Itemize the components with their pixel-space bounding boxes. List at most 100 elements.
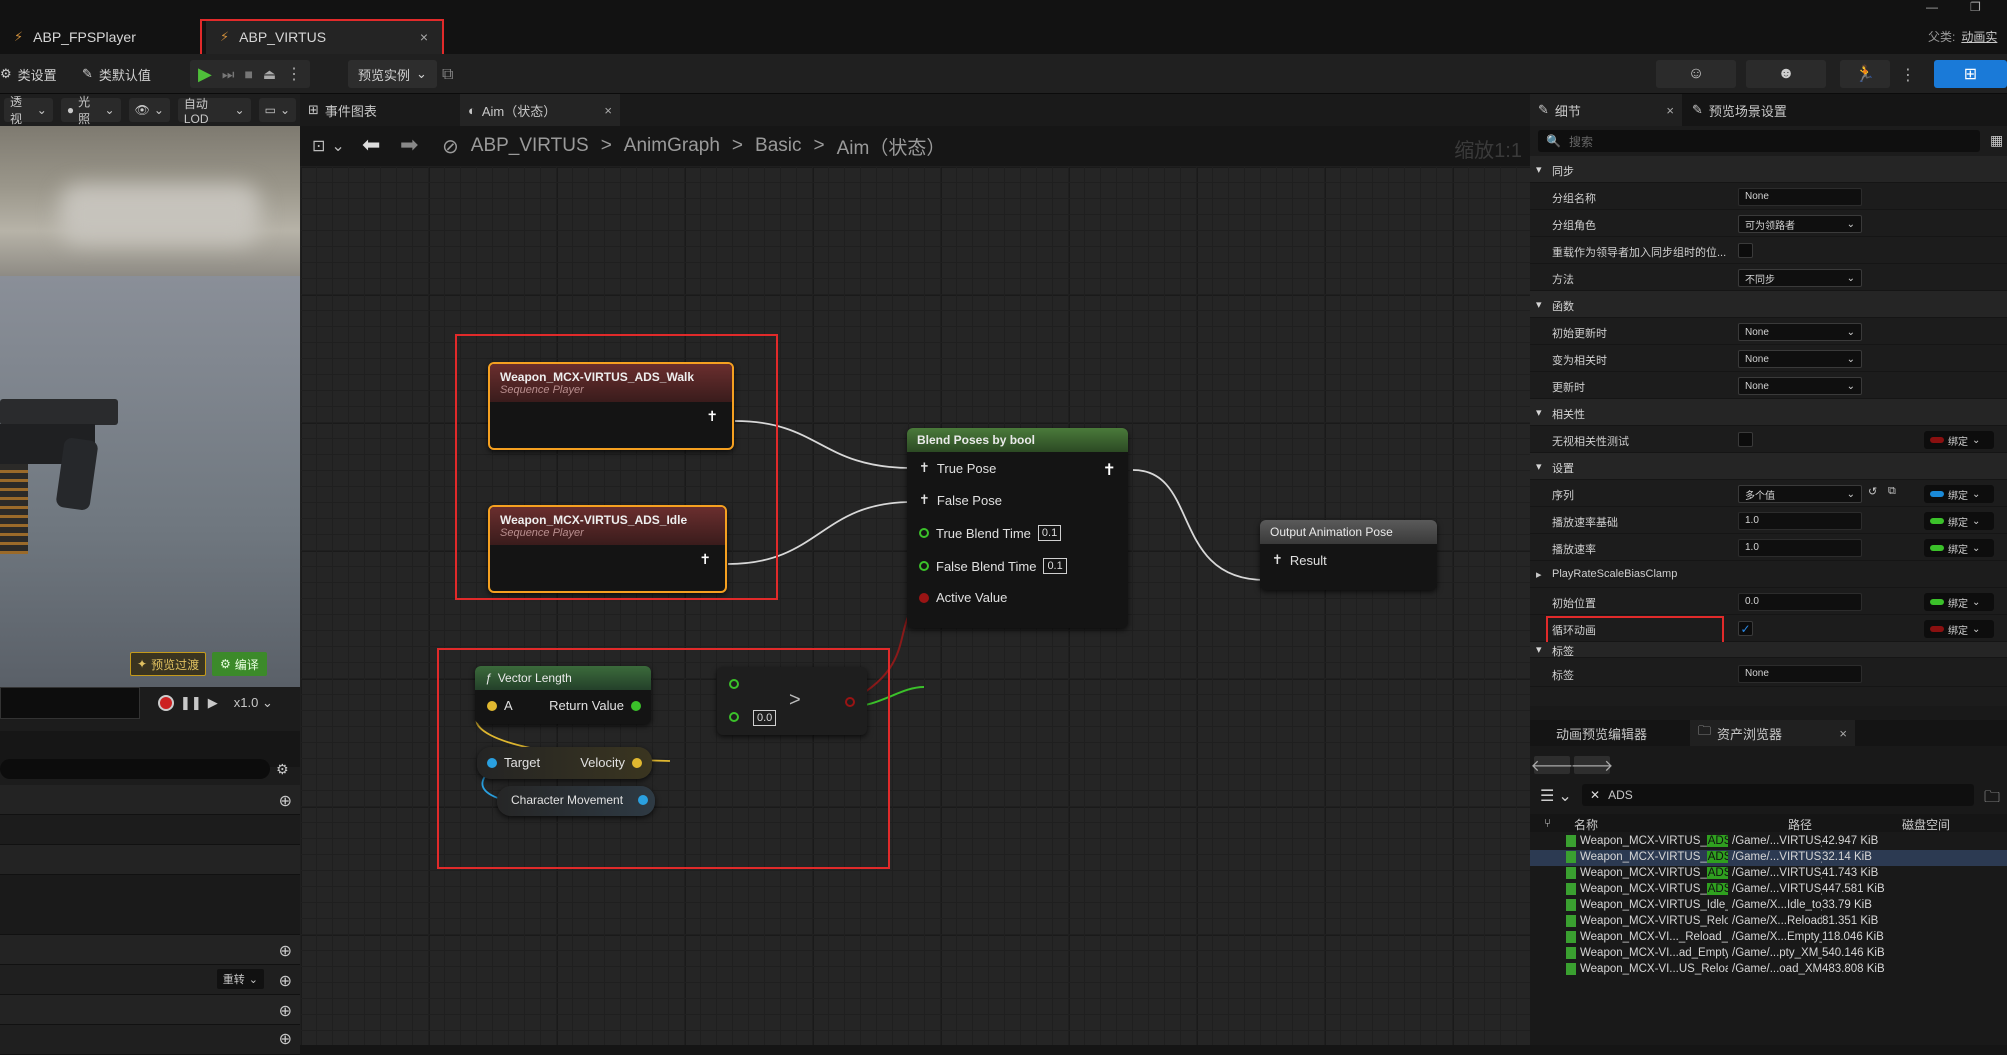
- debug-icon[interactable]: ⧉: [442, 66, 453, 84]
- preview-viewport[interactable]: ✦ 预览过渡 ⚙ 编译: [0, 94, 300, 687]
- tab-anim-preview-editor[interactable]: 动画预览编辑器: [1556, 720, 1647, 746]
- close-icon[interactable]: ×: [1839, 726, 1847, 741]
- tab-abp-fpsplayer[interactable]: ⚡ ABP_FPSPlayer: [0, 20, 150, 54]
- float-pin-icon[interactable]: [729, 679, 739, 689]
- start-position-input[interactable]: 0.0: [1738, 593, 1862, 611]
- preview-transition-button[interactable]: ✦ 预览过渡: [130, 652, 207, 676]
- float-pin-icon[interactable]: [729, 712, 739, 722]
- asset-row[interactable]: Weapon_MCX-VIRTUS_ADS_Fire/Game/...VIRTU…: [1530, 834, 2007, 850]
- more-icon[interactable]: ⋮: [286, 64, 302, 84]
- details-search[interactable]: 🔍 搜索: [1538, 130, 1980, 152]
- row-play-rate-scale[interactable]: ▸ PlayRateScaleBiasClamp: [1530, 561, 2007, 588]
- play-icon[interactable]: ▶: [198, 64, 212, 85]
- preview-instance-dropdown[interactable]: 预览实例 ⌄: [348, 60, 437, 88]
- timeline-scrubber[interactable]: [0, 687, 140, 719]
- pause-icon[interactable]: ❚❚: [180, 695, 202, 711]
- asset-row[interactable]: Weapon_MCX-VIRTUS_ADS_Idle/Game/...VIRTU…: [1530, 850, 2007, 866]
- pose-pin-icon[interactable]: ✝: [699, 551, 711, 568]
- target-pin[interactable]: Target: [487, 755, 540, 770]
- asset-row[interactable]: Weapon_MCX-VIRTUS_ADS_Walk/Game/...VIRTU…: [1530, 882, 2007, 898]
- close-tab-button[interactable]: ×: [604, 103, 612, 118]
- output-animation-pose-node[interactable]: Output Animation Pose ✝ Result: [1260, 520, 1437, 590]
- play-rate-input[interactable]: 1.0: [1738, 539, 1862, 557]
- forward-arrow-icon[interactable]: ➡: [400, 132, 418, 158]
- search-bar[interactable]: [0, 759, 270, 779]
- settings-icon[interactable]: ⚙: [276, 761, 289, 778]
- list-row[interactable]: ⊕: [0, 995, 300, 1025]
- vector-length-node[interactable]: ƒ Vector Length A Return Value: [475, 666, 651, 724]
- loop-animation-checkbox[interactable]: ✓: [1738, 621, 1753, 636]
- asset-row[interactable]: Weapon_MCX-VIRTUS_Idle_to_ADS/Game/X...I…: [1530, 898, 2007, 914]
- character-movement-pin[interactable]: Character Movement: [511, 793, 649, 807]
- bind-button[interactable]: 绑定 ⌄: [1924, 593, 1994, 611]
- skeleton-mode-button[interactable]: ☺: [1656, 60, 1736, 88]
- output-pose-pin-icon[interactable]: ✝: [1103, 460, 1116, 480]
- list-row[interactable]: ⊕: [0, 1025, 300, 1055]
- true-blend-time-value[interactable]: 0.1: [1037, 525, 1062, 541]
- eject-icon[interactable]: ⏏: [263, 66, 276, 83]
- group-name-input[interactable]: None: [1738, 188, 1862, 206]
- tab-abp-virtus[interactable]: ⚡ ABP_VIRTUS ×: [206, 20, 442, 54]
- on-update-dropdown[interactable]: None ⌄: [1738, 377, 1862, 395]
- bind-button[interactable]: 绑定 ⌄: [1924, 539, 1994, 557]
- tree-icon[interactable]: ⑂: [1544, 816, 1551, 830]
- show-dropdown[interactable]: 👁 ⌄: [128, 98, 170, 122]
- blend-poses-by-bool-node[interactable]: Blend Poses by bool ✝ True Pose ✝ ✝ False …: [907, 428, 1128, 628]
- speed-dropdown[interactable]: x1.0 ⌄: [234, 695, 273, 711]
- velocity-pin[interactable]: Velocity: [580, 755, 642, 770]
- breadcrumb-item[interactable]: Basic: [755, 135, 801, 157]
- active-value-pin[interactable]: Active Value: [919, 590, 1007, 605]
- input-a-pin[interactable]: A: [487, 698, 513, 713]
- class-settings-button[interactable]: ⚙ 类设置: [0, 60, 57, 88]
- greater-than-node[interactable]: 0.0 >: [717, 667, 867, 735]
- list-row[interactable]: ⊕: [0, 785, 300, 815]
- ignore-relevancy-checkbox[interactable]: [1738, 432, 1753, 447]
- false-pose-pin[interactable]: ✝ False Pose: [919, 492, 1002, 508]
- record-icon[interactable]: [158, 695, 174, 711]
- add-icon[interactable]: ⊕: [279, 971, 292, 991]
- lod-dropdown[interactable]: 自动LOD ⌄: [177, 97, 251, 126]
- pose-pin-icon[interactable]: ✝: [706, 408, 718, 425]
- add-icon[interactable]: ⊕: [279, 1001, 292, 1021]
- perspective-dropdown[interactable]: 透视 ⌄: [4, 95, 53, 126]
- bind-button[interactable]: 绑定 ⌄: [1924, 431, 1994, 449]
- column-size[interactable]: 磁盘空间: [1902, 816, 1950, 833]
- asset-row[interactable]: Weapon_MCX-VI...US_Reload_XM_ /Game/...oa…: [1530, 962, 2007, 978]
- add-icon[interactable]: ⊕: [279, 941, 292, 961]
- bind-button[interactable]: 绑定 ⌄: [1924, 620, 1994, 638]
- false-blend-time-value[interactable]: 0.1: [1043, 558, 1067, 574]
- stop-icon[interactable]: ■: [244, 66, 252, 82]
- section-sync[interactable]: ▾ 同步: [1530, 156, 2007, 183]
- table-view-icon[interactable]: ▦: [1990, 132, 2003, 149]
- filter-dropdown[interactable]: ☰ ⌄: [1540, 786, 1572, 806]
- list-row[interactable]: ⊕: [0, 935, 300, 965]
- minimize-icon[interactable]: —: [1926, 0, 1938, 14]
- true-pose-pin[interactable]: ✝ True Pose: [919, 460, 996, 476]
- play-icon[interactable]: ▶: [208, 695, 218, 711]
- folder-settings-icon[interactable]: 🗀: [1984, 786, 2000, 813]
- section-relevancy[interactable]: ▾ 相关性: [1530, 399, 2007, 426]
- list-row[interactable]: 重转 ⌄ ⊕: [0, 965, 300, 995]
- initial-update-dropdown[interactable]: None ⌄: [1738, 323, 1862, 341]
- compare-value[interactable]: 0.0: [753, 710, 777, 726]
- asset-row[interactable]: Weapon_MCX-VIRTUS_ADS_to_Idle/Game/...VI…: [1530, 866, 2007, 882]
- blueprint-mode-button[interactable]: ⊞: [1934, 60, 2007, 88]
- breadcrumb-item[interactable]: ABP_VIRTUS: [471, 135, 589, 157]
- bind-button[interactable]: 绑定 ⌄: [1924, 512, 1994, 530]
- result-pin[interactable]: ✝ Result: [1272, 552, 1327, 568]
- mesh-mode-button[interactable]: ☻: [1746, 60, 1826, 88]
- compile-button[interactable]: ⚙ 编译: [212, 652, 267, 676]
- close-tab-button[interactable]: ×: [420, 29, 428, 45]
- animation-mode-button[interactable]: 🏃: [1840, 60, 1890, 88]
- sequence-dropdown[interactable]: 多个值 ⌄: [1738, 485, 1862, 503]
- screen-dropdown[interactable]: ▭ ⌄: [258, 98, 296, 122]
- add-icon[interactable]: ⊕: [279, 791, 292, 811]
- browse-icon[interactable]: ⧉: [1888, 485, 1896, 498]
- column-path[interactable]: 路径: [1788, 816, 1812, 833]
- tab-aim-state[interactable]: ◐ Aim（状态） ×: [460, 94, 620, 126]
- step-icon[interactable]: ⏭: [222, 66, 235, 83]
- retarget-dropdown[interactable]: 重转 ⌄: [216, 969, 264, 989]
- tab-details[interactable]: ✎ 细节 ×: [1530, 94, 1682, 126]
- tab-preview-scene[interactable]: ✎ 预览场景设置: [1692, 94, 1787, 126]
- column-name[interactable]: 名称: [1574, 816, 1598, 833]
